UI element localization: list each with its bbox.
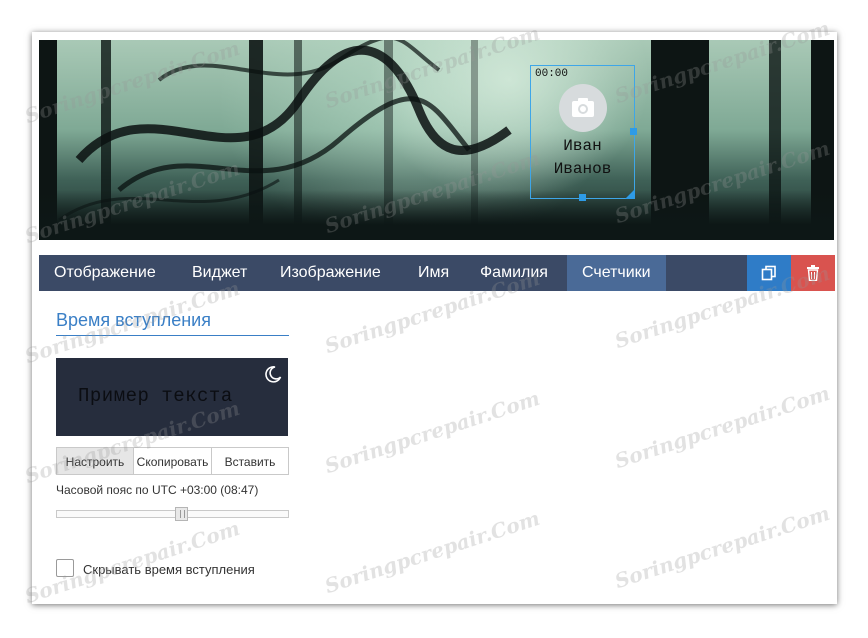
- hide-time-label: Скрывать время вступления: [83, 562, 255, 577]
- tab-image[interactable]: Изображение: [265, 255, 396, 291]
- text-preview: Пример текста: [56, 358, 288, 436]
- resize-handle-bottom[interactable]: [579, 194, 586, 201]
- tab-first-name[interactable]: Имя: [403, 255, 464, 291]
- preview-text: Пример текста: [78, 385, 233, 407]
- paste-button[interactable]: Вставить: [211, 447, 289, 475]
- forest-floor: [39, 190, 834, 240]
- delete-button[interactable]: [791, 255, 835, 291]
- copy-icon: [761, 265, 776, 281]
- tab-bar: Отображение Виджет Изображение Имя Фамил…: [39, 255, 835, 291]
- timezone-slider-thumb[interactable]: [175, 507, 188, 521]
- section-title: Время вступления: [56, 310, 211, 330]
- resize-handle-right[interactable]: [630, 128, 637, 135]
- configure-button[interactable]: Настроить: [56, 447, 134, 475]
- hide-time-checkbox[interactable]: [56, 559, 74, 577]
- profile-widget[interactable]: 00:00 Иван Иванов: [530, 65, 637, 201]
- tab-widget[interactable]: Виджет: [177, 255, 262, 291]
- widget-clock: 00:00: [535, 68, 569, 80]
- timezone-label: Часовой пояс по UTC +03:00 (08:47): [56, 483, 259, 497]
- avatar[interactable]: [559, 84, 607, 132]
- moon-icon[interactable]: [264, 365, 282, 388]
- camera-icon: [572, 98, 594, 117]
- widget-last-name: Иванов: [553, 160, 612, 178]
- widget-first-name: Иван: [563, 137, 602, 155]
- resize-handle-corner[interactable]: [625, 189, 635, 199]
- timezone-slider[interactable]: [56, 510, 289, 518]
- tab-last-name[interactable]: Фамилия: [465, 255, 563, 291]
- trash-icon: [807, 265, 819, 281]
- tab-counters[interactable]: Счетчики: [567, 255, 666, 291]
- copy-text-button[interactable]: Скопировать: [133, 447, 212, 475]
- tab-display[interactable]: Отображение: [39, 255, 171, 291]
- section-divider: [56, 335, 289, 336]
- copy-button[interactable]: [747, 255, 791, 291]
- cover-image: 00:00 Иван Иванов: [39, 40, 834, 240]
